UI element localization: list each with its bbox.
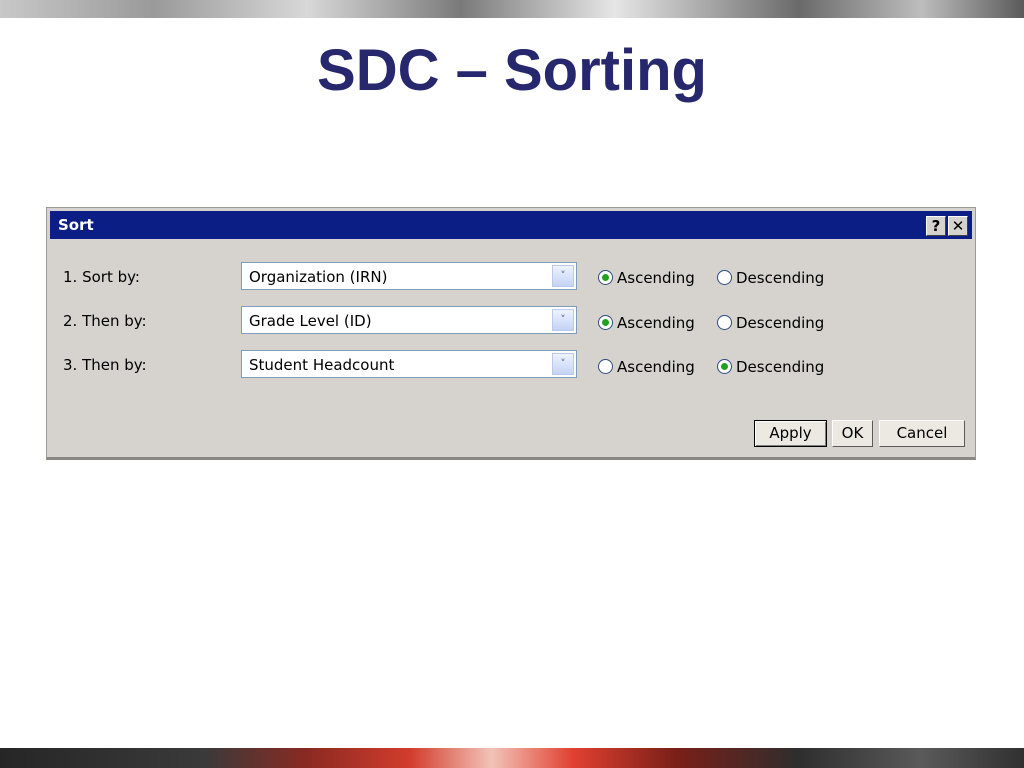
cancel-button[interactable]: Cancel [879, 420, 965, 447]
sort-row-2-label: 2. Then by: [63, 312, 147, 330]
ascending-radio-2[interactable]: Ascending [598, 313, 708, 333]
top-decor-bar [0, 0, 1024, 18]
chevron-down-icon[interactable]: ˅ [552, 265, 574, 287]
radio-label: Ascending [617, 269, 695, 287]
radio-circle [717, 359, 732, 374]
radio-selected-dot [721, 363, 728, 370]
ok-button[interactable]: OK [832, 420, 873, 447]
radio-label: Descending [736, 314, 825, 332]
bottom-decor-bar [0, 748, 1024, 768]
descending-radio-3[interactable]: Descending [717, 357, 832, 377]
ascending-radio-1[interactable]: Ascending [598, 268, 708, 288]
slide-title: SDC – Sorting [317, 38, 707, 103]
radio-label: Descending [736, 358, 825, 376]
sort-row-1-label: 1. Sort by: [63, 268, 140, 286]
dialog-title: Sort [58, 216, 94, 234]
help-button[interactable]: ? [926, 216, 946, 236]
apply-button[interactable]: Apply [754, 420, 827, 447]
then-by-select-2[interactable]: Student Headcount ˅ [241, 350, 577, 378]
descending-radio-2[interactable]: Descending [717, 313, 832, 333]
radio-circle [598, 315, 613, 330]
radio-circle [598, 270, 613, 285]
ascending-radio-3[interactable]: Ascending [598, 357, 708, 377]
sort-dialog: Sort ? ✕ 1. Sort by: Organization (IRN) … [46, 207, 976, 460]
radio-circle [717, 315, 732, 330]
descending-radio-1[interactable]: Descending [717, 268, 832, 288]
radio-circle [598, 359, 613, 374]
radio-label: Ascending [617, 314, 695, 332]
radio-label: Descending [736, 269, 825, 287]
then-by-select-1[interactable]: Grade Level (ID) ˅ [241, 306, 577, 334]
radio-selected-dot [602, 319, 609, 326]
select-value: Student Headcount [249, 356, 395, 374]
sort-by-select[interactable]: Organization (IRN) ˅ [241, 262, 577, 290]
radio-circle [717, 270, 732, 285]
select-value: Organization (IRN) [249, 268, 388, 286]
radio-label: Ascending [617, 358, 695, 376]
select-value: Grade Level (ID) [249, 312, 372, 330]
chevron-down-icon[interactable]: ˅ [552, 353, 574, 375]
dialog-titlebar[interactable]: Sort ? ✕ [50, 211, 972, 239]
radio-selected-dot [602, 274, 609, 281]
chevron-down-icon[interactable]: ˅ [552, 309, 574, 331]
sort-row-3-label: 3. Then by: [63, 356, 147, 374]
close-button[interactable]: ✕ [948, 216, 968, 236]
